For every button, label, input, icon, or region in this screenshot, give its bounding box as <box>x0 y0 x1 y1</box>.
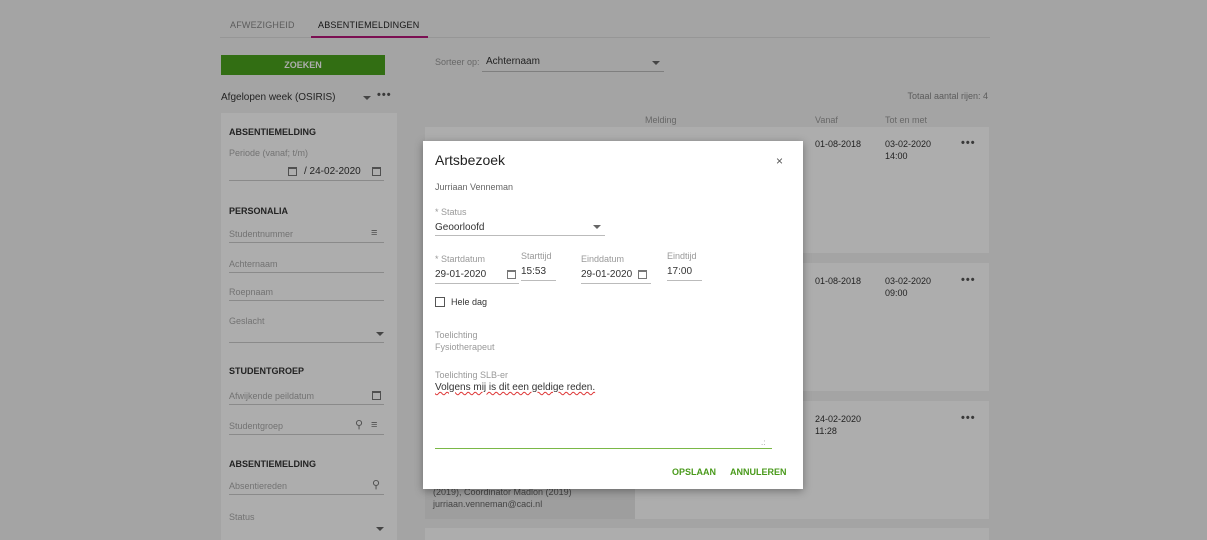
status-label: * Status <box>435 207 467 217</box>
hele-dag-label: Hele dag <box>451 297 488 307</box>
startdatum-underline <box>435 283 519 284</box>
cancel-button[interactable]: ANNULEREN <box>730 467 787 477</box>
close-icon[interactable]: × <box>776 154 783 168</box>
toelichting-value: Fysiotherapeut <box>435 342 495 352</box>
startdatum-label: * Startdatum <box>435 254 486 264</box>
einddatum-input[interactable]: 29-01-2020 <box>581 269 632 280</box>
slb-textarea[interactable]: Volgens mij is dit een geldige reden. <box>435 382 595 393</box>
dialog-student-name: Jurriaan Venneman <box>435 182 514 192</box>
status-chevron-down-icon[interactable] <box>593 225 601 229</box>
startdatum-input[interactable]: 29-01-2020 <box>435 269 486 280</box>
status-underline <box>435 235 605 236</box>
starttijd-label: Starttijd <box>521 251 552 261</box>
toelichting-label: Toelichting <box>435 330 478 340</box>
hele-dag-checkbox[interactable] <box>435 297 445 307</box>
artsbezoek-dialog: Artsbezoek × Jurriaan Venneman * Status … <box>423 141 803 489</box>
calendar-icon[interactable] <box>638 270 647 279</box>
eindtijd-input[interactable]: 17:00 <box>667 266 692 277</box>
einddatum-label: Einddatum <box>581 254 625 264</box>
eindtijd-underline <box>667 280 702 281</box>
slb-label: Toelichting SLB-er <box>435 370 509 380</box>
eindtijd-label: Eindtijd <box>667 251 697 261</box>
dialog-title: Artsbezoek <box>435 152 506 168</box>
save-button[interactable]: OPSLAAN <box>672 467 716 477</box>
resize-handle-icon[interactable]: .: <box>761 438 765 447</box>
status-select[interactable]: Geoorloofd <box>435 222 484 233</box>
starttijd-input[interactable]: 15:53 <box>521 266 546 277</box>
starttijd-underline <box>521 280 556 281</box>
einddatum-underline <box>581 283 651 284</box>
calendar-icon[interactable] <box>507 270 516 279</box>
slb-focus-underline <box>435 448 772 449</box>
